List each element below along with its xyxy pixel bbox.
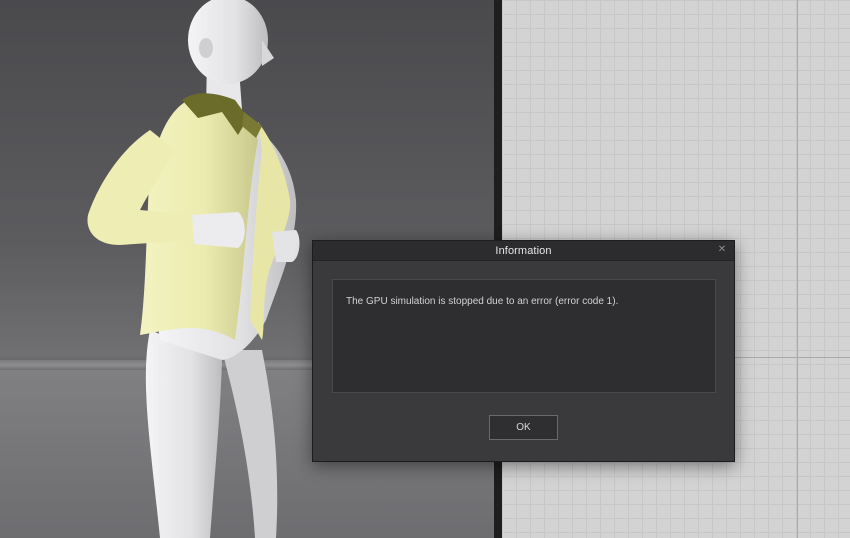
avatar-legs [145,330,278,538]
dialog-message-box: The GPU simulation is stopped due to an … [332,279,716,393]
dialog-title: Information [495,244,552,257]
close-icon[interactable]: ✕ [716,244,728,256]
app-window: Information ✕ The GPU simulation is stop… [0,0,850,538]
information-dialog: Information ✕ The GPU simulation is stop… [312,240,735,462]
dialog-message: The GPU simulation is stopped due to an … [346,296,619,307]
ok-button[interactable]: OK [489,415,558,440]
dialog-titlebar[interactable]: Information ✕ [313,241,734,261]
grid-axis-vertical [797,0,798,538]
